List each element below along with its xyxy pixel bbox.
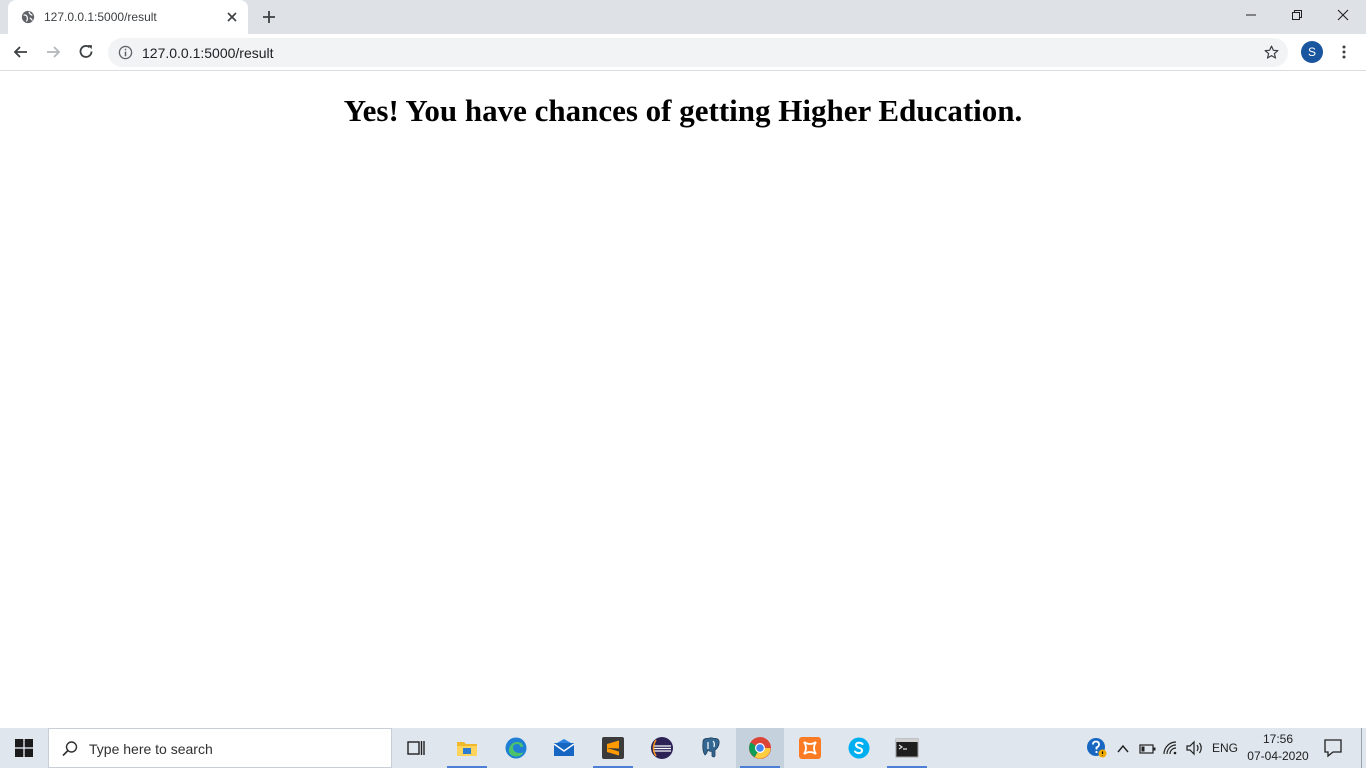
globe-icon bbox=[21, 10, 35, 24]
skype-icon bbox=[848, 737, 870, 759]
new-tab-icon[interactable] bbox=[260, 8, 278, 26]
minimize-button[interactable] bbox=[1228, 0, 1274, 30]
show-hidden-icons-chevron-icon[interactable] bbox=[1116, 742, 1130, 756]
eclipse-button[interactable] bbox=[638, 728, 686, 768]
close-icon bbox=[1337, 9, 1349, 21]
clock-time[interactable]: 17:56 bbox=[1262, 732, 1294, 746]
sublime-text-icon bbox=[602, 737, 624, 759]
info-icon[interactable] bbox=[118, 45, 133, 60]
chrome-icon bbox=[749, 737, 771, 759]
skype-button[interactable] bbox=[835, 728, 883, 768]
battery-icon[interactable] bbox=[1139, 742, 1157, 756]
back-arrow-icon[interactable] bbox=[11, 42, 31, 62]
volume-icon[interactable] bbox=[1185, 740, 1205, 756]
reload-icon[interactable] bbox=[76, 42, 96, 62]
file-explorer-icon bbox=[457, 742, 477, 756]
edge-icon bbox=[505, 737, 527, 759]
minimize-icon bbox=[1246, 14, 1256, 16]
profile-avatar[interactable]: S bbox=[1301, 41, 1323, 63]
postgresql-button[interactable] bbox=[687, 728, 735, 768]
wifi-icon[interactable] bbox=[1162, 740, 1180, 756]
taskbar-search-box[interactable]: Type here to search bbox=[48, 728, 392, 768]
mail-button[interactable] bbox=[540, 728, 588, 768]
windows-logo-icon bbox=[15, 739, 33, 757]
eclipse-icon bbox=[651, 737, 673, 759]
command-prompt-button[interactable] bbox=[883, 728, 931, 768]
search-placeholder: Type here to search bbox=[89, 741, 213, 757]
close-tab-icon[interactable] bbox=[224, 9, 240, 25]
taskbar: Type here to search ENG 17:56 07-04-2020 bbox=[0, 728, 1366, 768]
command-prompt-icon bbox=[895, 738, 919, 758]
help-icon[interactable] bbox=[1086, 737, 1108, 759]
chrome-button[interactable] bbox=[736, 728, 784, 768]
close-window-button[interactable] bbox=[1320, 0, 1366, 30]
xampp-icon bbox=[799, 737, 821, 759]
tab-title: 127.0.0.1:5000/result bbox=[44, 10, 157, 24]
start-button[interactable] bbox=[0, 728, 48, 768]
address-bar[interactable]: 127.0.0.1:5000/result bbox=[108, 38, 1288, 67]
postgresql-icon bbox=[702, 737, 720, 758]
notifications-icon[interactable] bbox=[1323, 738, 1343, 758]
search-icon bbox=[62, 741, 78, 757]
mail-icon bbox=[553, 739, 575, 756]
tab-strip: 127.0.0.1:5000/result bbox=[0, 0, 1366, 34]
restore-button[interactable] bbox=[1274, 0, 1320, 30]
show-desktop-button[interactable] bbox=[1361, 728, 1366, 768]
page-content: Yes! You have chances of getting Higher … bbox=[0, 71, 1366, 728]
xampp-button[interactable] bbox=[786, 728, 834, 768]
input-language-indicator[interactable]: ENG bbox=[1212, 741, 1238, 755]
kebab-menu-icon[interactable] bbox=[1336, 44, 1352, 60]
edge-button[interactable] bbox=[492, 728, 540, 768]
file-explorer-button[interactable] bbox=[443, 728, 491, 768]
restore-icon bbox=[1292, 10, 1302, 20]
browser-toolbar: 127.0.0.1:5000/result S bbox=[0, 34, 1366, 71]
task-view-icon bbox=[407, 741, 425, 755]
url-text[interactable]: 127.0.0.1:5000/result bbox=[142, 45, 274, 61]
forward-arrow-icon[interactable] bbox=[43, 42, 63, 62]
task-view-button[interactable] bbox=[392, 728, 440, 768]
sublime-text-button[interactable] bbox=[589, 728, 637, 768]
browser-tab[interactable]: 127.0.0.1:5000/result bbox=[8, 0, 248, 34]
bookmark-star-icon[interactable] bbox=[1263, 44, 1280, 61]
result-heading: Yes! You have chances of getting Higher … bbox=[343, 93, 1023, 128]
clock-date[interactable]: 07-04-2020 bbox=[1246, 749, 1310, 763]
